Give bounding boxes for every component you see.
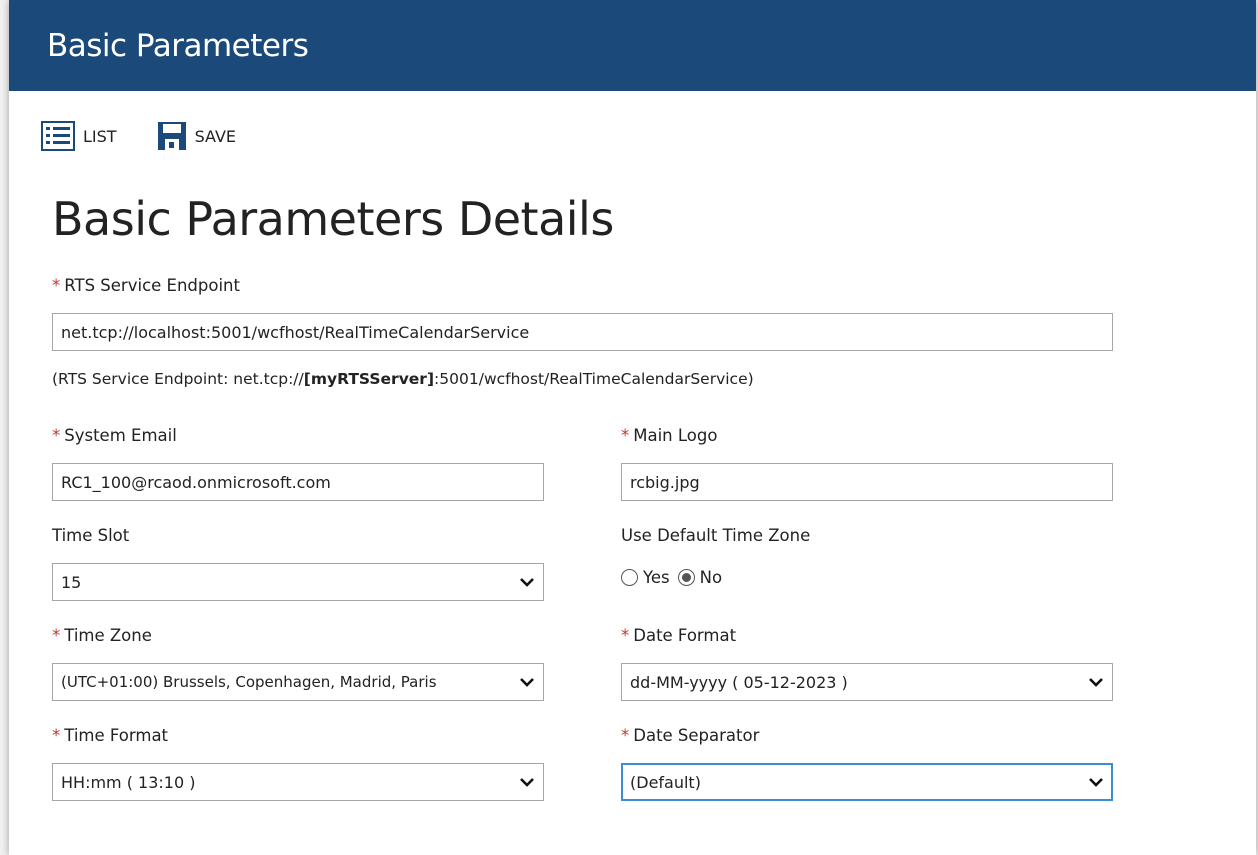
chevron-down-icon	[1089, 678, 1103, 687]
app-window: Basic Parameters LIST SAVE Basic Paramet…	[9, 0, 1256, 855]
time-slot-value: 15	[61, 572, 82, 592]
save-button-label: SAVE	[194, 126, 236, 146]
rts-endpoint-label-text: RTS Service Endpoint	[64, 276, 240, 295]
system-email-label-text: System Email	[64, 426, 177, 445]
endpoint-hint-suffix: :5001/wcfhost/RealTimeCalendarService)	[434, 370, 754, 388]
radio-option-no[interactable]: No	[677, 568, 723, 587]
use-default-tz-label-text: Use Default Time Zone	[621, 526, 811, 545]
time-format-label: * Time Format	[52, 726, 168, 745]
date-format-label-text: Date Format	[633, 626, 737, 645]
use-default-tz-label: Use Default Time Zone	[621, 526, 810, 545]
floppy-disk-icon	[157, 121, 187, 151]
window-title: Basic Parameters	[47, 27, 309, 64]
page-title: Basic Parameters Details	[52, 192, 614, 246]
required-marker: *	[621, 626, 630, 645]
chevron-down-icon	[520, 578, 534, 587]
time-zone-select[interactable]: (UTC+01:00) Brussels, Copenhagen, Madrid…	[52, 663, 544, 701]
save-button[interactable]: SAVE	[157, 121, 236, 151]
main-logo-input[interactable]	[621, 463, 1113, 501]
radio-yes[interactable]	[621, 569, 638, 586]
time-zone-value: (UTC+01:00) Brussels, Copenhagen, Madrid…	[61, 673, 437, 691]
required-marker: *	[52, 426, 61, 445]
main-logo-label-text: Main Logo	[633, 426, 718, 445]
date-separator-label-text: Date Separator	[633, 726, 760, 745]
radio-yes-label: Yes	[643, 568, 670, 587]
chevron-down-icon	[1089, 778, 1103, 787]
required-marker: *	[621, 726, 630, 745]
time-format-label-text: Time Format	[64, 726, 169, 745]
time-format-select[interactable]: HH:mm ( 13:10 )	[52, 763, 544, 801]
system-email-label: * System Email	[52, 426, 177, 445]
rts-endpoint-label: * RTS Service Endpoint	[52, 276, 240, 295]
endpoint-hint-server: [myRTSServer]	[303, 370, 435, 388]
date-separator-value: (Default)	[630, 772, 701, 792]
list-icon	[41, 121, 75, 151]
main-logo-label: * Main Logo	[621, 426, 717, 445]
system-email-input[interactable]	[52, 463, 544, 501]
time-zone-label: * Time Zone	[52, 626, 152, 645]
date-format-value: dd-MM-yyyy ( 05-12-2023 )	[630, 672, 848, 692]
time-slot-select[interactable]: 15	[52, 563, 544, 601]
radio-option-yes[interactable]: Yes	[621, 568, 670, 587]
toolbar: LIST SAVE	[41, 118, 276, 154]
required-marker: *	[52, 726, 61, 745]
endpoint-hint-prefix: (RTS Service Endpoint: net.tcp://	[52, 370, 304, 388]
required-marker: *	[52, 276, 61, 295]
required-marker: *	[52, 626, 61, 645]
time-slot-label: Time Slot	[52, 526, 129, 545]
required-marker: *	[621, 426, 630, 445]
chevron-down-icon	[520, 778, 534, 787]
endpoint-hint: (RTS Service Endpoint: net.tcp://[myRTSS…	[52, 370, 754, 388]
date-format-select[interactable]: dd-MM-yyyy ( 05-12-2023 )	[621, 663, 1113, 701]
chevron-down-icon	[520, 678, 534, 687]
date-separator-label: * Date Separator	[621, 726, 759, 745]
time-slot-label-text: Time Slot	[52, 526, 130, 545]
time-zone-label-text: Time Zone	[64, 626, 152, 645]
use-default-tz-radio-group: Yes No	[621, 568, 730, 587]
radio-no[interactable]	[677, 569, 695, 586]
list-button-label: LIST	[83, 126, 117, 146]
date-format-label: * Date Format	[621, 626, 736, 645]
date-separator-select[interactable]: (Default)	[621, 763, 1113, 801]
radio-no-label: No	[699, 568, 723, 587]
list-button[interactable]: LIST	[41, 121, 117, 151]
title-bar: Basic Parameters	[9, 0, 1256, 91]
time-format-value: HH:mm ( 13:10 )	[61, 772, 196, 792]
rts-endpoint-input[interactable]	[52, 313, 1113, 351]
